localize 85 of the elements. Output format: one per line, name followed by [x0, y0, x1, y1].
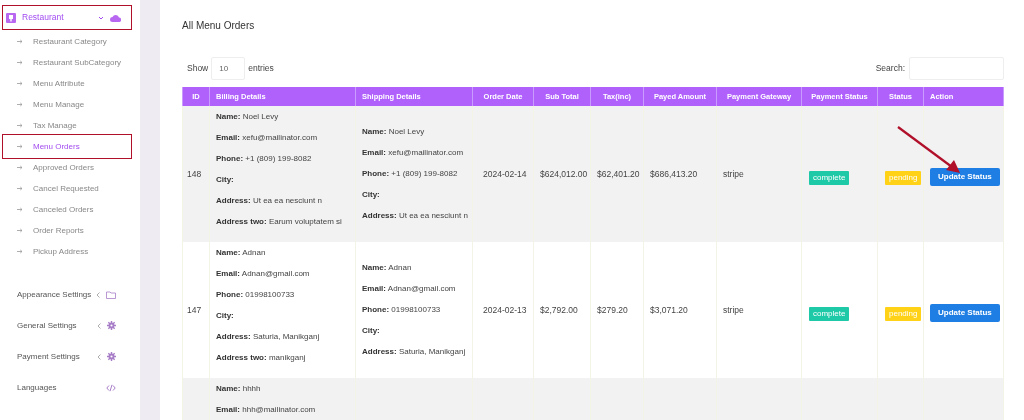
chevron-icon	[97, 322, 101, 329]
arrow-icon	[17, 186, 23, 191]
arrow-icon	[17, 207, 23, 212]
detail-line: Phone: +1 (809) 199-8082	[362, 168, 459, 180]
show-label: Show	[187, 62, 209, 75]
detail-line: Email: xefu@mailinator.com	[362, 147, 465, 159]
gateway-cell: stripe	[723, 304, 744, 315]
detail-line: Address: Ut ea ea nesciunt n	[362, 210, 469, 222]
annotation-arrow	[896, 126, 962, 174]
entries-label: entries	[248, 62, 274, 75]
detail-line: Phone: +1 (809) 199-8082	[216, 154, 313, 165]
sidebar-item[interactable]: Canceled Orders	[2, 199, 132, 220]
detail-line: Name: Noel Levy	[362, 126, 426, 138]
id-cell: 148	[187, 168, 202, 179]
chevron-icon	[97, 353, 101, 360]
code-icon	[106, 383, 116, 392]
date-cell: 2024-02-13	[483, 304, 527, 315]
entries-select[interactable]: 10	[211, 57, 246, 80]
amount-cell: $3,071.20	[650, 304, 688, 315]
sidebar-section[interactable]: General Settings	[2, 310, 132, 341]
sidebar-item[interactable]: Cancel Requested	[2, 178, 132, 199]
detail-line: Name: Adnan	[362, 262, 413, 274]
status-badge: pending	[885, 307, 922, 321]
search-label: Search:	[875, 62, 905, 75]
detail-line: Name: Noel Levy	[216, 112, 280, 123]
detail-line: Email: Adnan@gmail.com	[362, 283, 457, 295]
arrow-icon	[17, 249, 23, 254]
settings-icon	[107, 352, 116, 361]
page-title: All Menu Orders	[182, 19, 256, 32]
detail-line: Address: Ut ea ea nesciunt n	[216, 196, 323, 207]
chevron-icon	[98, 14, 104, 21]
amount-cell: $686,413.20	[650, 168, 698, 179]
detail-line: City:	[362, 325, 381, 337]
detail-line: Address: Saturia, Manikganj	[362, 346, 467, 358]
arrow-icon	[17, 60, 23, 65]
sidebar-item[interactable]: Tax Manage	[2, 115, 132, 136]
detail-line: City:	[216, 175, 235, 186]
detail-line: Phone: 01998100733	[216, 290, 296, 301]
gateway-cell: stripe	[723, 168, 744, 179]
status-badge: pending	[885, 171, 922, 185]
detail-line: Address: Saturia, Manikganj	[216, 332, 321, 343]
amount-cell: $279.20	[597, 304, 628, 315]
amount-cell: $2,792.00	[540, 304, 578, 315]
arrow-icon	[17, 39, 23, 44]
amount-cell: $624,012.00	[540, 168, 588, 179]
sidebar-item[interactable]: Menu Orders	[2, 134, 132, 159]
sidebar-section[interactable]: Payment Settings	[2, 341, 132, 372]
update-status-button[interactable]: Update Status	[930, 168, 1000, 186]
settings-icon	[107, 321, 116, 330]
folder-icon	[106, 290, 116, 299]
arrow-icon	[17, 81, 23, 86]
arrow-icon	[17, 102, 23, 107]
arrow-icon	[17, 165, 23, 170]
detail-line: Email: Adnan@gmail.com	[216, 269, 311, 280]
sidebar-item[interactable]: Menu Attribute	[2, 73, 132, 94]
detail-line: Address two: Earum voluptatem si	[216, 217, 343, 228]
sidebar-section[interactable]: Appearance Settings	[2, 279, 132, 310]
date-cell: 2024-02-14	[483, 168, 527, 179]
amount-cell: $62,401.20	[597, 168, 640, 179]
payment-status-badge: complete	[809, 307, 850, 321]
sidebar-item[interactable]: Menu Manage	[2, 94, 132, 115]
sidebar-item[interactable]: Pickup Address	[2, 241, 132, 262]
sidebar-item[interactable]: Restaurant SubCategory	[2, 52, 132, 73]
sidebar-item[interactable]: Order Reports	[2, 220, 132, 241]
payment-status-badge: complete	[809, 171, 850, 185]
update-status-button[interactable]: Update Status	[930, 304, 1000, 322]
cloud-icon	[110, 13, 121, 22]
sidebar-section[interactable]: Languages	[2, 372, 132, 403]
detail-line: Name: Adnan	[216, 248, 267, 259]
sidebar-item[interactable]: Approved Orders	[2, 157, 132, 178]
sidebar-item[interactable]: Restaurant Category	[2, 31, 132, 52]
arrow-icon	[17, 123, 23, 128]
detail-line: Address two: manikganj	[216, 353, 307, 364]
id-cell: 147	[187, 304, 202, 315]
detail-line: Email: xefu@mailinator.com	[216, 133, 319, 144]
arrow-icon	[17, 144, 23, 149]
detail-line: Name: hhhh	[216, 384, 262, 395]
detail-line: Email: hhh@mailinator.com	[216, 405, 317, 416]
plug-icon	[6, 12, 16, 23]
detail-line: City:	[216, 311, 235, 322]
sidebar-group-header[interactable]: Restaurant	[2, 5, 132, 30]
detail-line: City:	[362, 189, 381, 201]
arrow-icon	[17, 228, 23, 233]
chevron-icon	[96, 291, 100, 298]
detail-line: Phone: 01998100733	[362, 304, 442, 316]
